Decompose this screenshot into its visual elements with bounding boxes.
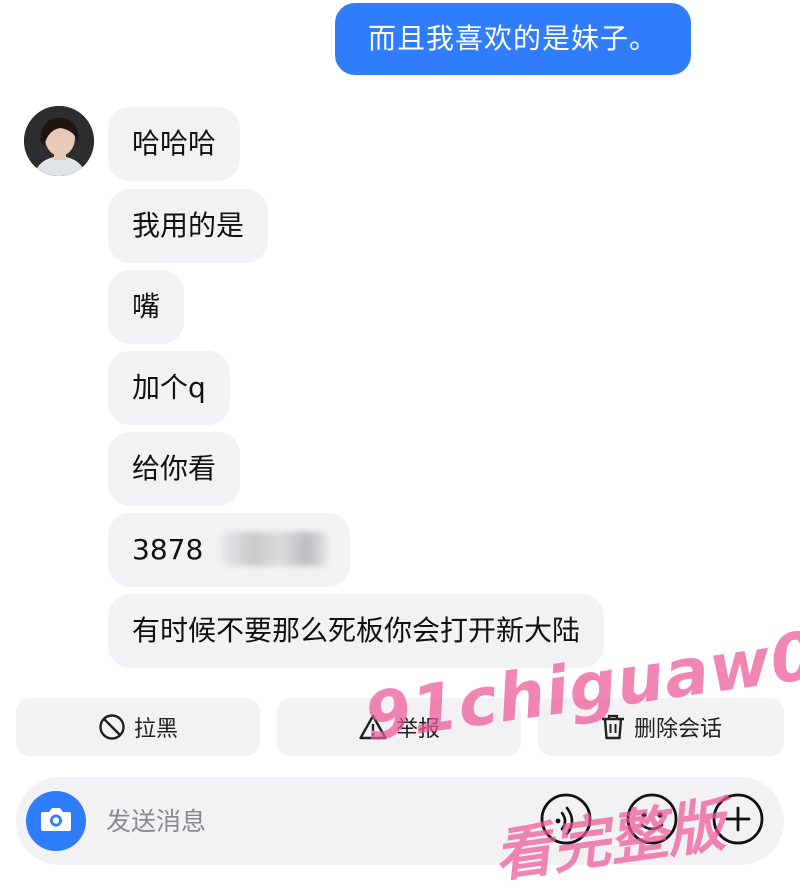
emoji-button[interactable] [624,793,680,849]
add-button[interactable] [710,793,766,849]
report-button[interactable]: 举报 [277,698,521,756]
warning-icon [358,713,388,741]
delete-conversation-label: 删除会话 [633,717,722,742]
chat-thread: 而且我喜欢的是妹子。 哈哈哈 我用的是 嘴 加个q 给你看 3878 有时候不要… [0,0,800,680]
block-button[interactable]: 拉黑 [16,698,260,756]
voice-button[interactable] [538,793,594,849]
incoming-message-bubble[interactable]: 嘴 [108,270,185,344]
incoming-message-bubble[interactable]: 给你看 [108,432,241,506]
incoming-message-bubble[interactable]: 我用的是 [108,189,269,263]
trash-icon [600,713,626,741]
incoming-message-bubble[interactable]: 有时候不要那么死板你会打开新大陆 [108,594,605,668]
message-composer [16,777,784,865]
avatar[interactable] [24,106,94,176]
report-label: 举报 [395,717,440,742]
camera-icon [39,804,73,838]
emoji-icon [624,791,680,851]
message-input[interactable] [106,803,486,839]
block-label: 拉黑 [133,717,178,742]
block-icon [98,713,126,741]
plus-icon [710,791,766,851]
voice-icon [538,791,594,851]
incoming-message-bubble[interactable]: 加个q [108,351,230,425]
delete-conversation-button[interactable]: 删除会话 [538,698,784,756]
camera-button[interactable] [26,791,86,851]
incoming-message-bubble[interactable]: 哈哈哈 [108,107,241,181]
conversation-actions: 拉黑 举报 删除会话 [0,698,800,758]
redaction-blur [222,532,328,566]
outgoing-message-bubble[interactable]: 而且我喜欢的是妹子。 [335,3,691,75]
